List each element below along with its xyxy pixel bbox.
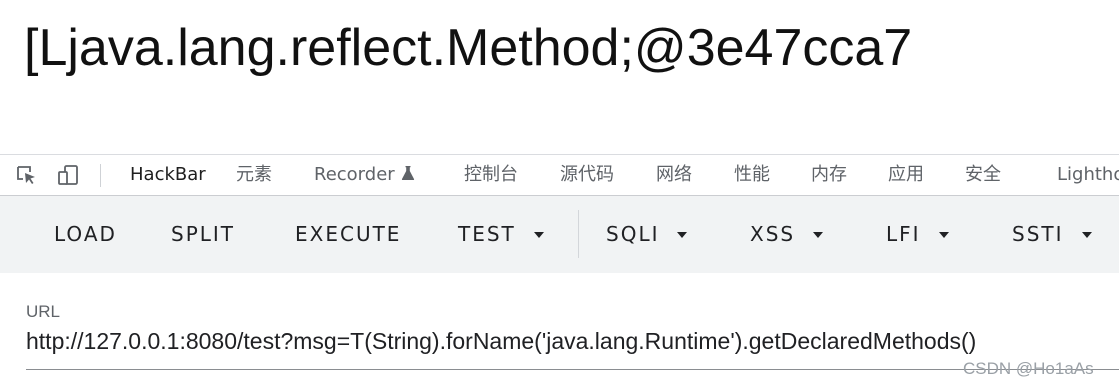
watermark: CSDN @Ho1aAs [963, 359, 1094, 378]
caret-down-icon [677, 232, 688, 238]
xss-dropdown-button[interactable]: XSS [750, 218, 824, 250]
caret-down-icon [813, 232, 824, 238]
tab-lighthouse[interactable]: Lighthouse [1057, 155, 1119, 196]
devtools-tab-bar: HackBar 元素 Recorder 控制台 源代码 网络 性能 内存 应用 … [0, 154, 1119, 198]
tab-recorder[interactable]: Recorder [314, 155, 415, 196]
ssti-dropdown-label: SSTI [1012, 222, 1064, 246]
tab-hackbar[interactable]: HackBar [111, 155, 221, 198]
load-button-label: LOAD [54, 222, 117, 246]
tab-security[interactable]: 安全 [965, 155, 1001, 196]
sqli-dropdown-button[interactable]: SQLI [606, 218, 688, 250]
sqli-dropdown-label: SQLI [606, 222, 660, 246]
url-input[interactable]: http://127.0.0.1:8080/test?msg=T(String)… [26, 325, 976, 357]
tab-console[interactable]: 控制台 [464, 155, 518, 196]
xss-dropdown-label: XSS [750, 222, 796, 246]
split-button[interactable]: SPLIT [171, 218, 235, 250]
tab-recorder-label: Recorder [314, 164, 395, 185]
load-button[interactable]: LOAD [54, 218, 117, 250]
caret-down-icon [938, 232, 949, 238]
caret-down-icon [533, 232, 544, 238]
tab-network[interactable]: 网络 [656, 155, 692, 196]
tab-performance[interactable]: 性能 [734, 155, 770, 196]
ssti-dropdown-button[interactable]: SSTI [1012, 218, 1092, 250]
page-output-text: [Ljava.lang.reflect.Method;@3e47cca7 [24, 19, 913, 77]
toolbar-separator [578, 210, 579, 258]
device-toggle-icon[interactable] [56, 163, 80, 187]
test-dropdown-label: TEST [458, 222, 516, 246]
url-input-underline [26, 369, 1119, 370]
tab-elements[interactable]: 元素 [236, 155, 272, 196]
toolbar-divider [100, 164, 101, 187]
execute-button-label: EXECUTE [295, 222, 402, 246]
caret-down-icon [1081, 232, 1092, 238]
lfi-dropdown-button[interactable]: LFI [886, 218, 949, 250]
select-element-icon[interactable] [14, 163, 38, 187]
lfi-dropdown-label: LFI [886, 222, 921, 246]
tab-sources[interactable]: 源代码 [560, 155, 614, 196]
execute-button[interactable]: EXECUTE [295, 218, 401, 250]
test-dropdown-button[interactable]: TEST [458, 218, 544, 250]
tab-application[interactable]: 应用 [888, 155, 924, 196]
hackbar-toolbar: LOAD SPLIT EXECUTE TEST SQLI XSS LFI SST… [0, 196, 1119, 273]
flask-icon [401, 156, 415, 196]
url-field-label: URL [26, 302, 61, 321]
split-button-label: SPLIT [171, 222, 236, 246]
tab-memory[interactable]: 内存 [811, 155, 847, 196]
